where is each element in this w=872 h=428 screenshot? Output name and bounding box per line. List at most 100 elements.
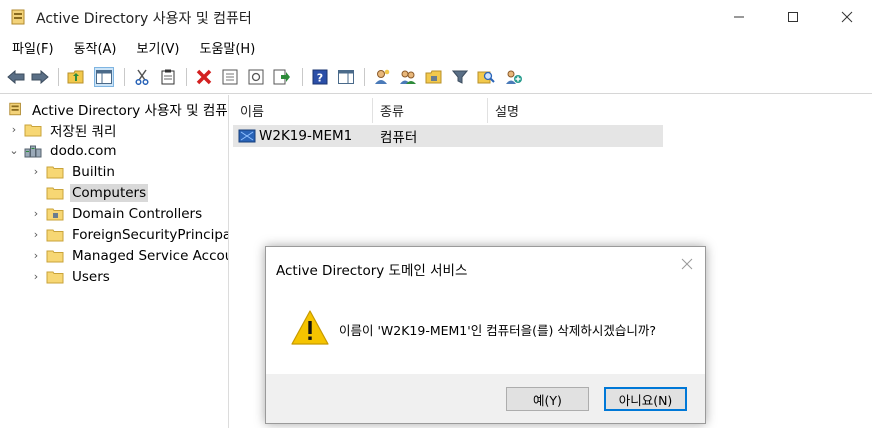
- menu-help[interactable]: 도움말(H): [191, 38, 263, 57]
- svg-text:?: ?: [317, 72, 323, 85]
- properties-button[interactable]: [220, 67, 240, 87]
- chevron-right-icon[interactable]: ›: [30, 249, 42, 262]
- properties-icon: [222, 69, 238, 85]
- dialog-message: 이름이 'W2K19-MEM1'인 컴퓨터을(를) 삭제하시겠습니까?: [339, 323, 657, 338]
- tree-item-domain[interactable]: ⌄ dodo.com: [8, 140, 119, 161]
- tree-item-computers[interactable]: Computers: [30, 182, 149, 203]
- tree-item-label: Builtin: [72, 163, 115, 180]
- maximize-icon: [788, 12, 798, 22]
- toolbar: ?: [0, 60, 872, 94]
- tree-root[interactable]: Active Directory 사용자 및 컴퓨터: [8, 98, 228, 119]
- folder-icon: [46, 271, 64, 283]
- ou-folder-icon: [46, 208, 64, 220]
- chevron-right-icon[interactable]: ›: [30, 165, 42, 178]
- folder-icon: [46, 250, 64, 262]
- delete-button[interactable]: [194, 67, 214, 87]
- no-button[interactable]: 아니요(N): [604, 387, 687, 411]
- close-icon: [681, 258, 693, 270]
- close-button[interactable]: [824, 0, 870, 34]
- delete-confirm-dialog: Active Directory 도메인 서비스 이름이 'W2K19-MEM1…: [265, 246, 706, 424]
- folder-icon: [46, 229, 64, 241]
- chevron-right-icon[interactable]: ›: [30, 270, 42, 283]
- scissors-icon: [135, 69, 149, 85]
- computer-type: 컴퓨터: [380, 130, 418, 146]
- forward-button[interactable]: [30, 67, 50, 87]
- folder-icon: [46, 166, 64, 178]
- column-name[interactable]: 이름: [233, 98, 373, 123]
- action-pane-button[interactable]: [336, 67, 356, 87]
- tree-item-label: dodo.com: [50, 142, 117, 159]
- new-ou-button[interactable]: [424, 67, 444, 87]
- chevron-right-icon[interactable]: ›: [30, 207, 42, 220]
- domain-icon: [24, 145, 42, 157]
- forward-arrow-icon: [31, 70, 49, 84]
- maximize-button[interactable]: [770, 0, 816, 34]
- dialog-title: Active Directory 도메인 서비스: [276, 263, 468, 279]
- up-level-button[interactable]: [66, 67, 86, 87]
- help-book-icon: ?: [312, 69, 328, 85]
- menu-file[interactable]: 파일(F): [4, 38, 62, 57]
- column-type[interactable]: 종류: [373, 98, 488, 123]
- dialog-close-button[interactable]: [679, 257, 695, 273]
- chevron-down-icon[interactable]: ⌄: [8, 144, 20, 157]
- ad-root-icon: [9, 102, 21, 115]
- warning-icon: [291, 310, 329, 345]
- chevron-right-icon[interactable]: ›: [30, 228, 42, 241]
- filter-funnel-icon: [452, 70, 468, 84]
- tree-item-label: ForeignSecurityPrincipals: [72, 226, 229, 243]
- menu-view[interactable]: 보기(V): [129, 38, 188, 57]
- ad-folder-icon: [11, 9, 25, 25]
- help-button[interactable]: ?: [310, 67, 330, 87]
- delete-x-icon: [196, 69, 212, 85]
- window-title: Active Directory 사용자 및 컴퓨터: [36, 11, 252, 27]
- tree-item-builtin[interactable]: › Builtin: [30, 161, 117, 182]
- pane-icon: [338, 70, 354, 84]
- find-icon: [477, 71, 495, 84]
- export-list-button[interactable]: [272, 67, 292, 87]
- yes-button[interactable]: 예(Y): [506, 387, 589, 411]
- tree-item-saved-queries[interactable]: › 저장된 쿼리: [8, 119, 118, 140]
- group-icon: [400, 70, 416, 84]
- close-icon: [841, 11, 853, 23]
- copy-button[interactable]: [158, 67, 178, 87]
- folder-icon: [46, 187, 64, 199]
- cut-button[interactable]: [132, 67, 152, 87]
- title-bar: Active Directory 사용자 및 컴퓨터: [0, 0, 872, 34]
- tree-item-users[interactable]: › Users: [30, 266, 112, 287]
- tree-item-domain-controllers[interactable]: › Domain Controllers: [30, 203, 204, 224]
- user-icon: [375, 69, 390, 84]
- computer-icon: [238, 129, 256, 143]
- find-button[interactable]: [476, 67, 496, 87]
- tree-item-label: Managed Service Accounts: [72, 247, 228, 264]
- menu-bar: 파일(F) 동작(A) 보기(V) 도움말(H): [0, 34, 872, 60]
- back-button[interactable]: [6, 67, 26, 87]
- column-description[interactable]: 설명: [488, 98, 663, 123]
- clipboard-icon: [161, 69, 175, 85]
- refresh-button[interactable]: [246, 67, 266, 87]
- table-row[interactable]: W2K19-MEM1 컴퓨터: [233, 125, 663, 147]
- tree-item-foreign-security-principals[interactable]: › ForeignSecurityPrincipals: [30, 224, 229, 245]
- tree-item-label: 저장된 쿼리: [50, 123, 117, 140]
- new-group-button[interactable]: [398, 67, 418, 87]
- export-icon: [273, 69, 290, 85]
- back-arrow-icon: [7, 70, 25, 84]
- folder-up-icon: [67, 70, 84, 84]
- tree-item-label: Computers: [70, 183, 149, 202]
- tree-item-label: Domain Controllers: [72, 205, 203, 222]
- tree-item-managed-service-accounts[interactable]: › Managed Service Accounts: [30, 245, 228, 266]
- menu-action[interactable]: 동작(A): [66, 38, 125, 57]
- add-to-group-icon: [506, 70, 522, 84]
- ou-icon: [425, 70, 442, 84]
- show-hide-tree-button[interactable]: [94, 67, 114, 87]
- console-tree-icon: [96, 70, 112, 84]
- new-user-button[interactable]: [372, 67, 392, 87]
- console-tree: Active Directory 사용자 및 컴퓨터 › 저장된 쿼리 ⌄ do…: [0, 95, 229, 428]
- minimize-icon: [734, 16, 744, 18]
- list-header: 이름 종류 설명: [233, 98, 663, 123]
- minimize-button[interactable]: [716, 0, 762, 34]
- chevron-right-icon[interactable]: ›: [8, 123, 20, 136]
- add-to-group-button[interactable]: [504, 67, 524, 87]
- tree-item-label: Users: [72, 268, 110, 285]
- computer-name: W2K19-MEM1: [259, 128, 353, 144]
- filter-button[interactable]: [450, 67, 470, 87]
